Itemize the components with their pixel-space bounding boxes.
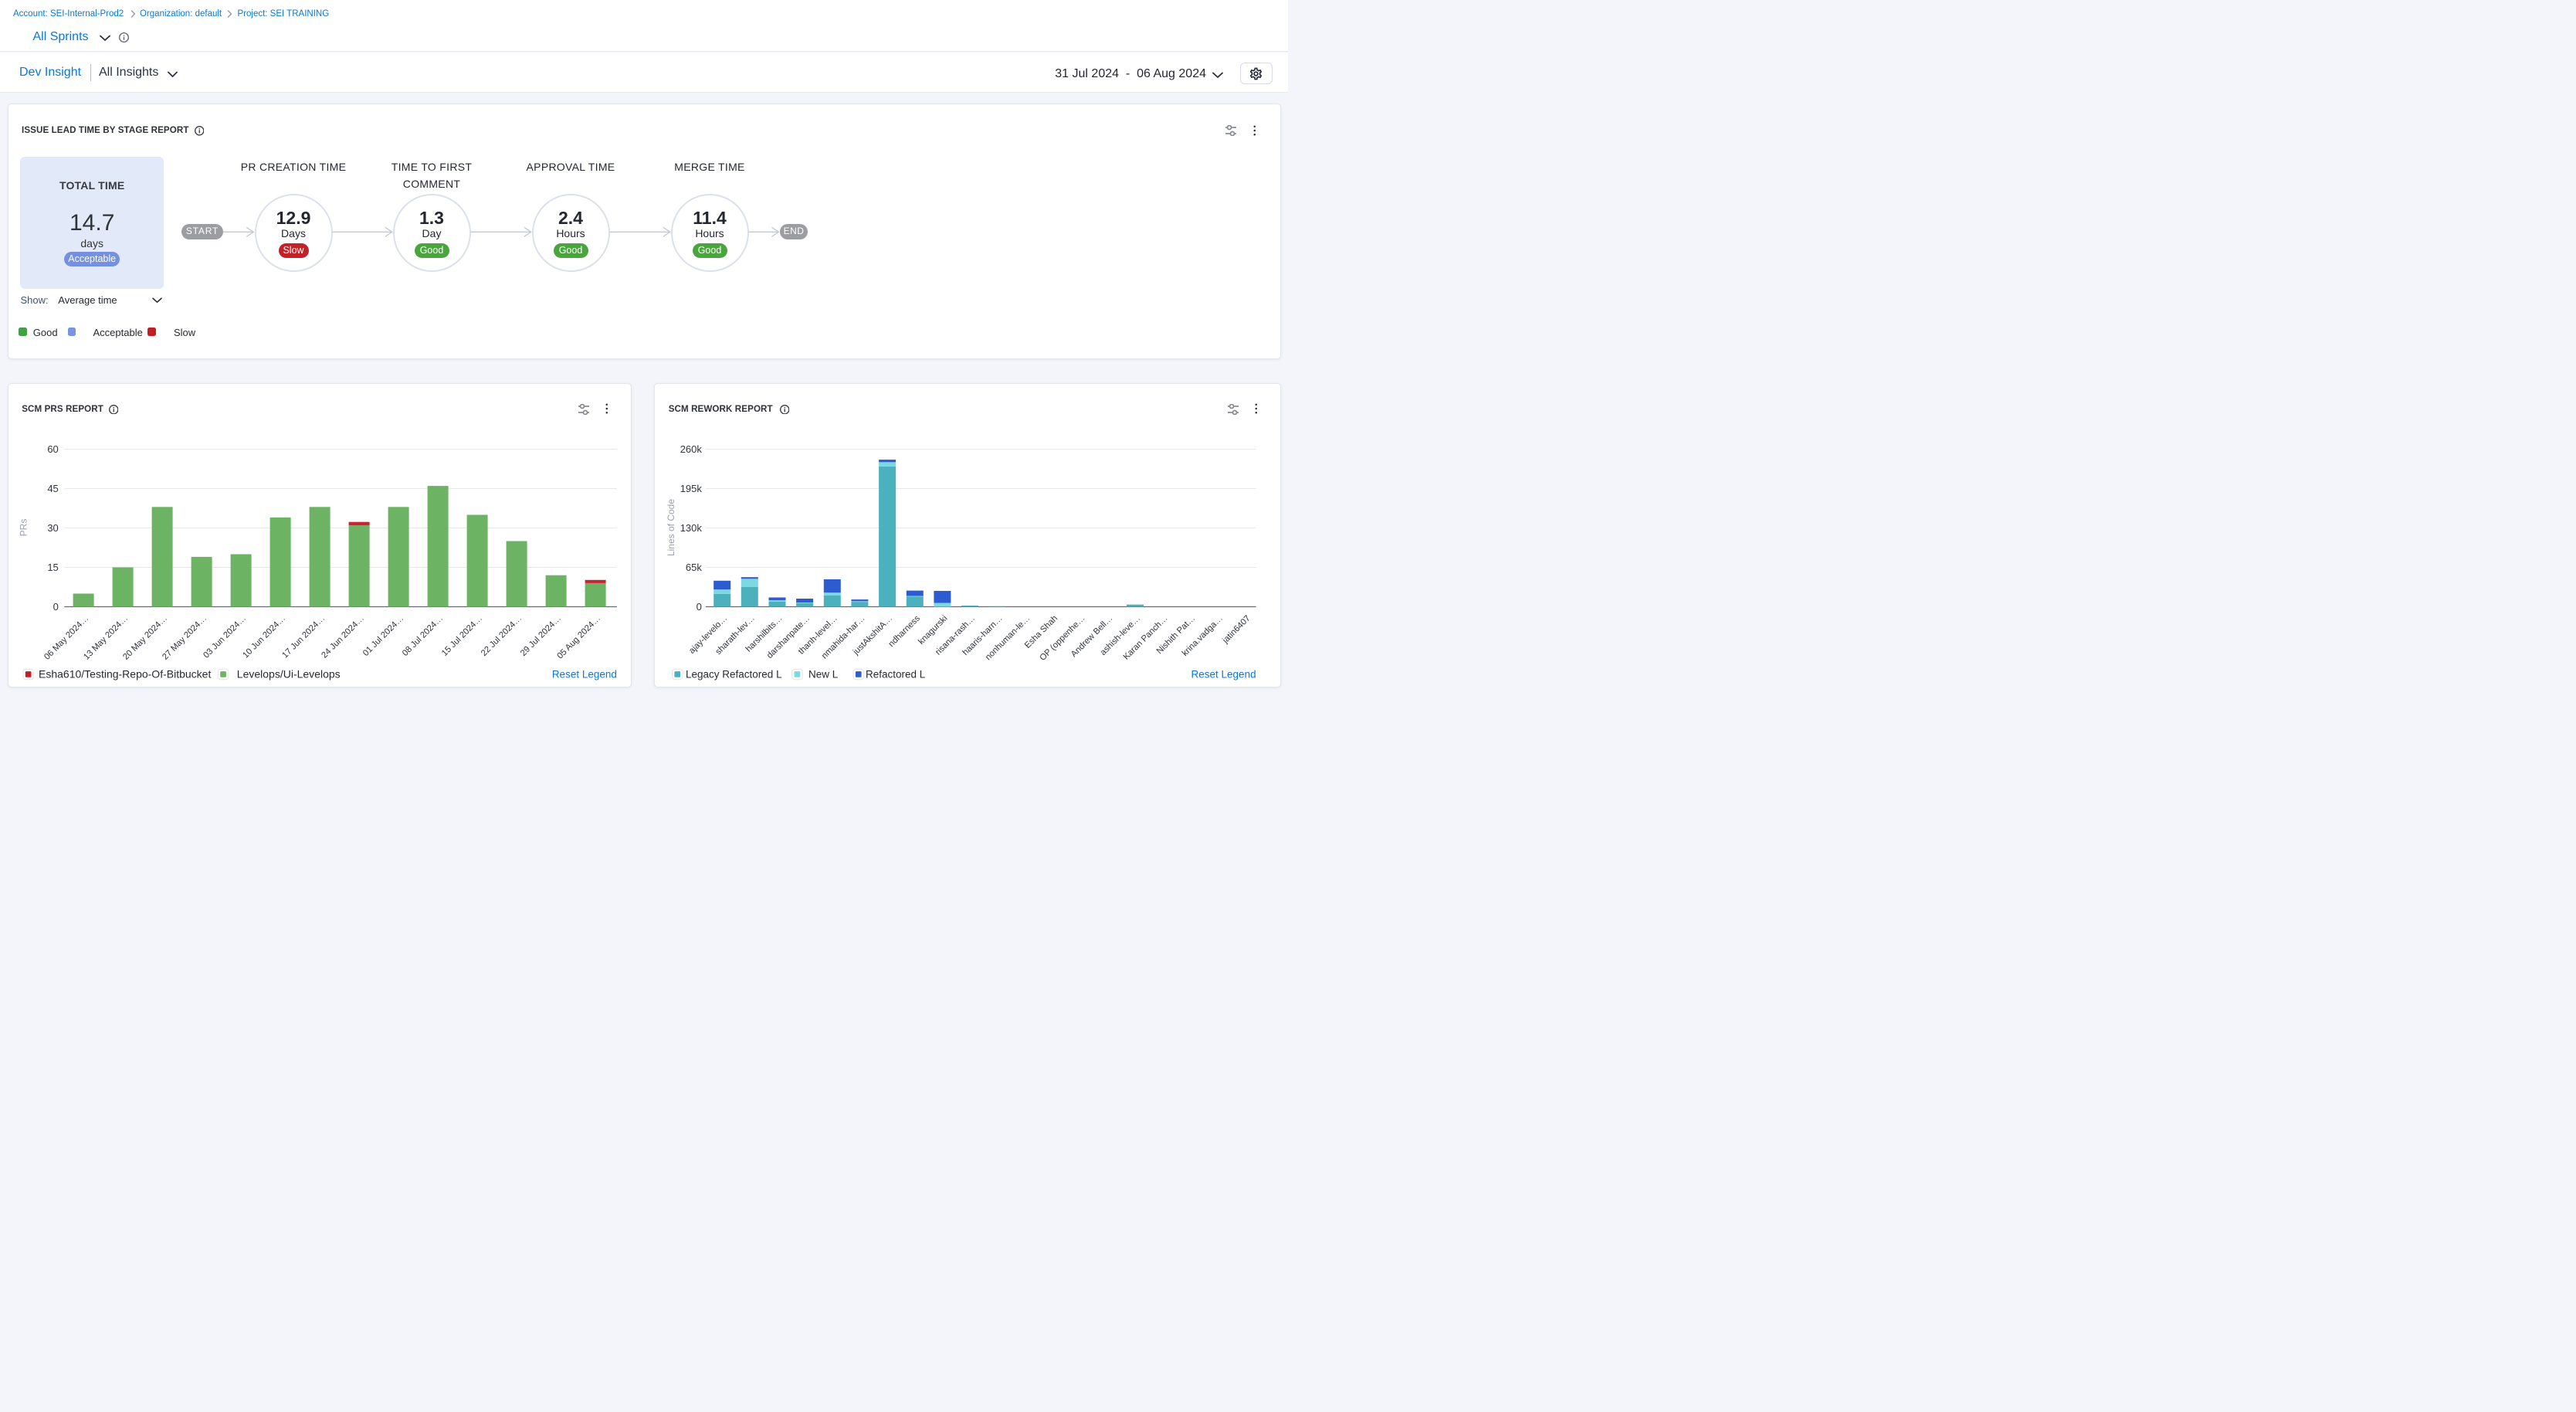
svg-text:08 Jul 2024…: 08 Jul 2024… (400, 614, 444, 658)
svg-text:15 Jul 2024…: 15 Jul 2024… (439, 614, 483, 658)
svg-text:01 Jul 2024…: 01 Jul 2024… (361, 614, 405, 658)
svg-text:Legacy Refactored L: Legacy Refactored L (686, 669, 782, 681)
svg-text:60: 60 (47, 443, 58, 455)
svg-text:22 Jul 2024…: 22 Jul 2024… (479, 614, 523, 658)
svg-text:195k: 195k (680, 483, 703, 494)
svg-text:130k: 130k (680, 522, 703, 534)
svg-text:45: 45 (47, 483, 58, 494)
svg-text:24 Jun 2024…: 24 Jun 2024… (320, 614, 366, 660)
svg-text:Refactored L: Refactored L (866, 669, 926, 681)
svg-text:New L: New L (808, 669, 839, 681)
svg-text:15: 15 (47, 562, 58, 573)
svg-text:0: 0 (697, 601, 702, 613)
svg-text:260k: 260k (680, 443, 703, 455)
svg-text:PRs: PRs (18, 519, 29, 537)
svg-text:Reset Legend: Reset Legend (551, 669, 616, 681)
svg-text:29 Jul 2024…: 29 Jul 2024… (518, 614, 562, 658)
svg-text:Levelops/Ui-Levelops: Levelops/Ui-Levelops (236, 668, 340, 681)
svg-text:0: 0 (53, 601, 58, 613)
svg-text:Lines of Code: Lines of Code (666, 499, 676, 556)
svg-text:jatin6407: jatin6407 (1220, 614, 1252, 646)
svg-text:65k: 65k (686, 562, 702, 573)
svg-text:Esha610/Testing-Repo-Of-Bitbuc: Esha610/Testing-Repo-Of-Bitbucket (39, 668, 211, 681)
svg-text:30: 30 (47, 522, 58, 534)
svg-text:Reset Legend: Reset Legend (1191, 669, 1256, 681)
